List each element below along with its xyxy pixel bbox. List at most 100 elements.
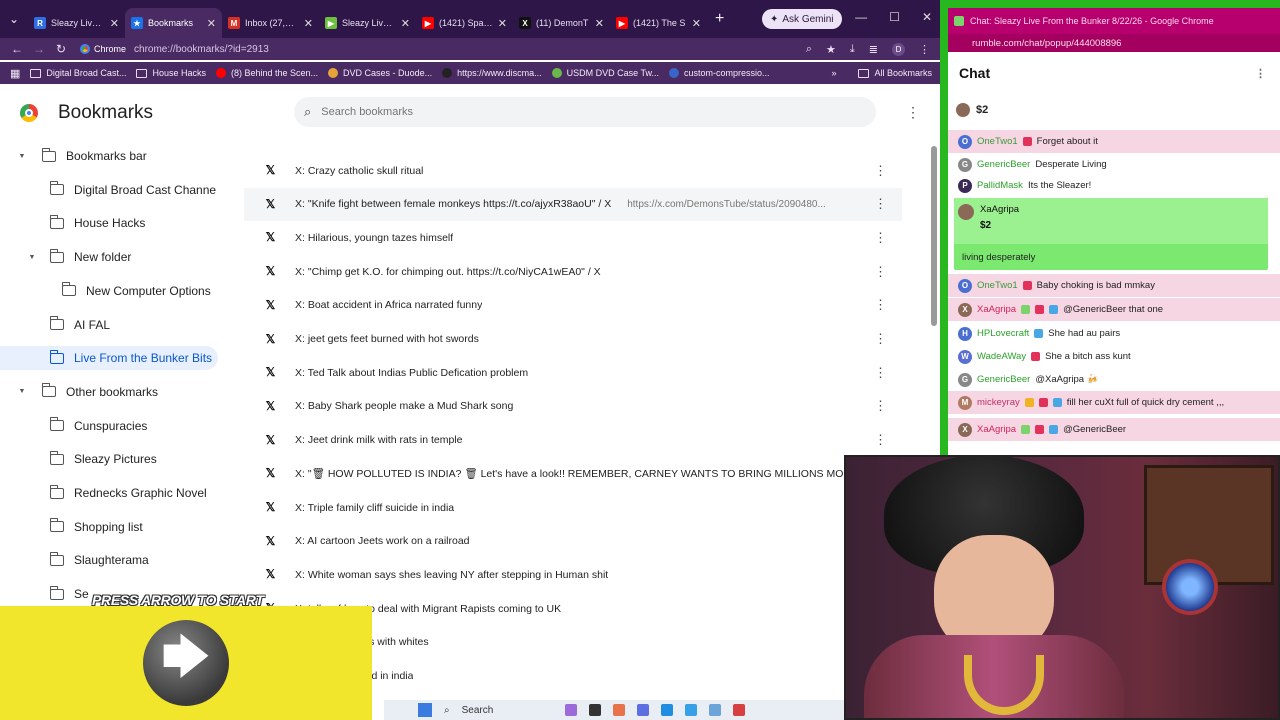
chat-username[interactable]: GenericBeer — [977, 374, 1030, 385]
apps-grid-icon[interactable]: ▦ — [10, 67, 20, 80]
omnibox[interactable]: Chrome chrome://bookmarks/?id=2913 — [80, 39, 806, 59]
bookmark-row[interactable]: 𝕏 X: jeet gets feet burned with hot sword… — [244, 323, 902, 356]
site-chip[interactable]: Chrome — [80, 44, 126, 54]
bookmark-bar-item[interactable]: Digital Broad Cast... — [30, 68, 126, 78]
minimize-icon[interactable]: — — [855, 10, 867, 24]
app-icon[interactable] — [565, 704, 578, 716]
taskbar-search-icon[interactable]: ⌕ — [444, 705, 450, 716]
ask-gemini-button[interactable]: ✦ Ask Gemini — [762, 9, 842, 29]
bookmark-row[interactable]: 𝕏 X: Jeet drink milk with rats in temple ⋮ — [244, 424, 902, 457]
bookmark-bar-item[interactable]: DVD Cases - Duode... — [328, 68, 432, 78]
profile-avatar[interactable]: D — [892, 42, 905, 56]
close-tab-icon[interactable]: ✕ — [207, 17, 216, 30]
bookmark-bar-item[interactable]: House Hacks — [136, 68, 206, 78]
folder-tree-item[interactable]: Rednecks Graphic Novel — [0, 481, 230, 505]
chat-username[interactable]: GenericBeer — [977, 159, 1030, 170]
address-url[interactable]: chrome://bookmarks/?id=2913 — [134, 44, 269, 55]
close-window-icon[interactable]: ✕ — [922, 10, 932, 24]
folder-tree-item[interactable]: Cunspuracies — [0, 414, 230, 438]
row-menu-icon[interactable]: ⋮ — [874, 432, 887, 448]
row-menu-icon[interactable]: ⋮ — [874, 365, 887, 381]
close-tab-icon[interactable]: ✕ — [304, 17, 313, 30]
app-icon[interactable] — [613, 704, 626, 716]
chat-username[interactable]: HPLovecraft — [977, 328, 1029, 339]
bookmark-row[interactable]: 𝕏 X: White woman says shes leaving NY aft… — [244, 558, 902, 591]
row-menu-icon[interactable]: ⋮ — [874, 230, 887, 246]
bookmark-row[interactable]: 𝕏 X: Hilarious, youngn tazes himself ⋮ — [244, 221, 902, 254]
bookmark-bar-item[interactable]: (8) Behind the Scen... — [215, 68, 318, 78]
bookmark-row[interactable]: 𝕏 X: Triple family cliff suicide in india… — [244, 491, 902, 524]
tab-3[interactable]: ▶ Sleazy Live Fr ✕ — [319, 8, 416, 38]
row-menu-icon[interactable]: ⋮ — [874, 331, 887, 347]
close-tab-icon[interactable]: ✕ — [401, 17, 410, 30]
organize-menu-icon[interactable]: ⋮ — [906, 104, 920, 121]
bookmark-row[interactable]: 𝕏 X: Boat accident in Africa narrated fun… — [244, 289, 902, 322]
chat-username[interactable]: XaAgripa — [977, 304, 1016, 315]
row-menu-icon[interactable]: ⋮ — [874, 297, 887, 313]
expand-arrow-icon[interactable]: ▼ — [26, 254, 38, 261]
bookmark-bar-item[interactable]: custom-compressio... — [668, 68, 770, 78]
folder-tree-item[interactable]: New Computer Options — [0, 279, 230, 303]
folder-tree-item[interactable]: Sleazy Pictures — [0, 447, 230, 471]
all-bookmarks-button[interactable]: All Bookmarks — [858, 68, 932, 78]
app-icon[interactable] — [589, 704, 602, 716]
chat-menu-icon[interactable]: ⋮ — [1255, 67, 1266, 80]
tab-search-chevron-icon[interactable]: ⌄ — [0, 12, 28, 26]
folder-tree-item[interactable]: Slaughterama — [0, 548, 230, 572]
tab-4[interactable]: ▶ (1421) Spatul ✕ — [416, 8, 513, 38]
bookmark-row[interactable]: 𝕏 X: Ted Talk about Indias Public Deficat… — [244, 356, 902, 389]
folder-tree-item[interactable]: Digital Broad Cast Channe — [0, 178, 230, 202]
windows-start-icon[interactable] — [418, 703, 432, 717]
bookmark-row[interactable]: 𝕏X: AI cartoon Jeets work on a railroad⋮ — [244, 525, 902, 558]
chat-username[interactable]: PallidMask — [977, 180, 1023, 191]
bookmark-row[interactable]: 𝕏 X: Baby Shark people make a Mud Shark s… — [244, 390, 902, 423]
forward-icon[interactable]: → — [28, 42, 50, 56]
menu-kebab-icon[interactable]: ⋮ — [919, 43, 930, 56]
expand-arrow-icon[interactable]: ▼ — [16, 388, 28, 395]
edge-icon[interactable] — [661, 704, 674, 716]
app-icon[interactable] — [637, 704, 650, 716]
folder-tree-item[interactable]: Live From the Bunker Bits — [0, 346, 218, 371]
chat-username[interactable]: mickeyray — [977, 397, 1020, 408]
pinned-rant[interactable]: $2 — [948, 98, 1280, 122]
tab-5[interactable]: X (11) DemonT ✕ — [513, 8, 610, 38]
start-arrow-button[interactable]: 🡆 — [143, 620, 229, 706]
close-tab-icon[interactable]: ✕ — [110, 17, 119, 30]
row-menu-icon[interactable]: ⋮ — [874, 398, 887, 414]
bookmark-row[interactable]: 𝕏 X: Crazy catholic skull ritual ⋮ — [244, 154, 902, 187]
tab-6[interactable]: ▶ (1421) The S ✕ — [610, 8, 707, 38]
bookmarks-overflow-chevron[interactable]: » — [831, 68, 836, 78]
close-tab-icon[interactable]: ✕ — [692, 17, 701, 30]
expand-arrow-icon[interactable]: ▼ — [16, 153, 28, 160]
tab-0[interactable]: R Sleazy Live Fr ✕ — [28, 8, 125, 38]
close-tab-icon[interactable]: ✕ — [595, 17, 604, 30]
taskbar-search-label[interactable]: Search — [462, 705, 494, 716]
tab-1[interactable]: ★ Bookmarks ✕ — [125, 8, 222, 38]
bookmark-bar-item[interactable]: USDM DVD Case Tw... — [551, 68, 659, 78]
search-input[interactable] — [321, 106, 822, 118]
row-menu-icon[interactable]: ⋮ — [874, 264, 887, 280]
app-icon[interactable] — [685, 704, 698, 716]
rant-user[interactable]: XaAgripa — [980, 204, 1019, 215]
row-menu-icon[interactable]: ⋮ — [874, 163, 887, 179]
tab-2[interactable]: M Inbox (27,209 ✕ — [222, 8, 319, 38]
search-bar[interactable]: ⌕ — [294, 97, 876, 127]
row-menu-icon[interactable]: ⋮ — [874, 196, 887, 212]
bookmark-bar-item[interactable]: https://www.discma... — [442, 68, 542, 78]
close-tab-icon[interactable]: ✕ — [498, 17, 507, 30]
chat-username[interactable]: OneTwo1 — [977, 280, 1018, 291]
zoom-icon[interactable]: ⌕ — [806, 43, 812, 56]
folder-tree-item[interactable]: AI FAL — [0, 313, 230, 337]
folder-tree-item[interactable]: ▼ New folder — [0, 245, 230, 269]
new-tab-button[interactable]: + — [715, 10, 724, 28]
app-icon[interactable] — [733, 704, 746, 716]
back-icon[interactable]: ← — [6, 42, 28, 56]
chat-username[interactable]: WadeAWay — [977, 351, 1026, 362]
bookmark-row[interactable]: 𝕏 X: "Chimp get K.O. for chimping out. ht… — [244, 255, 902, 288]
bookmark-star-icon[interactable]: ★ — [826, 43, 836, 56]
bookmark-row[interactable]: 𝕏 X: "Knife fight between female monkeys … — [244, 187, 902, 221]
bookmark-row[interactable]: 𝕏 X: "🗑 HOW POLLUTED IS INDIA? 🗑 Let's ha… — [244, 457, 902, 490]
folder-tree-item[interactable]: ▼ Bookmarks bar — [0, 144, 230, 168]
maximize-icon[interactable]: ☐ — [889, 10, 900, 24]
folder-tree-item[interactable]: House Hacks — [0, 211, 230, 235]
